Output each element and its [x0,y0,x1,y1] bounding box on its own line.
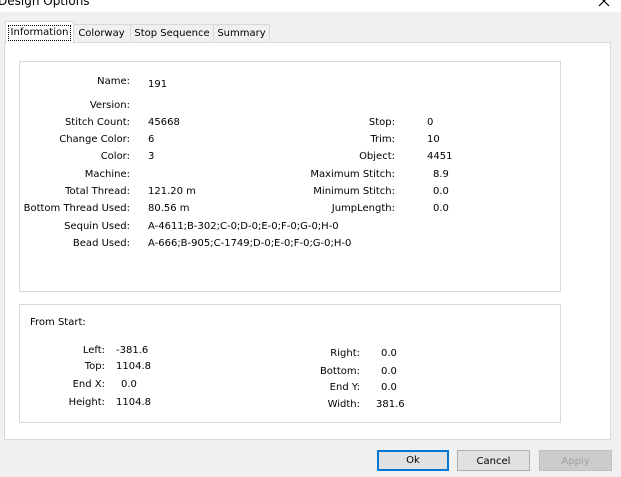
left-value: -381.6 [116,345,149,356]
from-start-group: From Start: Left: -381.6 Top: 1104.8 End… [19,304,561,423]
color-label: Color: [100,151,130,162]
name-value: 191 [148,79,168,90]
stitch-count-value: 45668 [148,117,180,128]
stitch-count-label: Stitch Count: [64,117,130,128]
end-x-value: 0.0 [121,379,137,390]
width-value: 381.6 [376,399,405,410]
width-label: Width: [327,399,360,410]
right-label: Right: [330,348,360,359]
tab-stop-sequence[interactable]: Stop Sequence [130,24,214,43]
ok-button[interactable]: Ok [377,450,449,471]
trim-value: 10 [427,134,440,145]
height-value: 1104.8 [116,397,151,408]
right-value: 0.0 [381,348,397,359]
maximum-stitch-label: Maximum Stitch: [310,169,395,180]
height-label: Height: [68,397,105,408]
trim-label: Trim: [370,134,395,145]
jump-length-label: JumpLength: [331,203,395,214]
stop-value: 0 [427,117,434,128]
machine-label: Machine: [84,169,130,180]
tab-information-label: Information [7,25,72,41]
close-icon[interactable] [596,0,612,9]
total-thread-label: Total Thread: [65,186,130,197]
minimum-stitch-value: 0.0 [433,186,449,197]
window-title: Design Options [0,0,90,8]
cancel-button[interactable]: Cancel [457,450,530,471]
change-color-value: 6 [148,134,155,145]
title-bar [0,0,621,12]
maximum-stitch-value: 8.9 [433,169,449,180]
end-y-value: 0.0 [381,382,397,393]
tab-colorway[interactable]: Colorway [72,24,131,43]
tab-summary[interactable]: Summary [213,24,270,43]
tab-colorway-label: Colorway [78,28,125,39]
bead-used-value: A-666;B-905;C-1749;D-0;E-0;F-0;G-0;H-0 [148,238,352,249]
bottom-value: 0.0 [381,366,397,377]
from-start-header: From Start: [30,317,86,328]
bead-used-label: Bead Used: [72,238,130,249]
design-info-group: Name: 191 Version: Stitch Count: 45668 C… [19,61,561,292]
change-color-label: Change Color: [59,134,130,145]
name-label: Name: [97,76,130,87]
sequin-used-label: Sequin Used: [64,221,130,232]
end-x-label: End X: [72,379,105,390]
minimum-stitch-label: Minimum Stitch: [313,186,395,197]
bottom-thread-used-label: Bottom Thread Used: [23,203,130,214]
stop-label: Stop: [368,117,395,128]
top-value: 1104.8 [116,361,151,372]
tab-stop-sequence-label: Stop Sequence [134,28,210,39]
tab-information[interactable]: Information [5,21,74,44]
sequin-used-value: A-4611;B-302;C-0;D-0;E-0;F-0;G-0;H-0 [148,221,339,232]
total-thread-value: 121.20 m [148,186,196,197]
end-y-label: End Y: [329,382,360,393]
apply-button[interactable]: Apply [539,450,612,471]
jump-length-value: 0.0 [433,203,449,214]
object-label: Object: [359,151,395,162]
tab-summary-label: Summary [217,28,266,39]
version-label: Version: [89,100,130,111]
top-label: Top: [84,361,105,372]
left-label: Left: [82,345,105,356]
object-value: 4451 [427,151,453,162]
information-panel: Name: 191 Version: Stitch Count: 45668 C… [4,42,611,440]
color-value: 3 [148,151,155,162]
bottom-label: Bottom: [319,366,360,377]
bottom-thread-used-value: 80.56 m [148,203,190,214]
